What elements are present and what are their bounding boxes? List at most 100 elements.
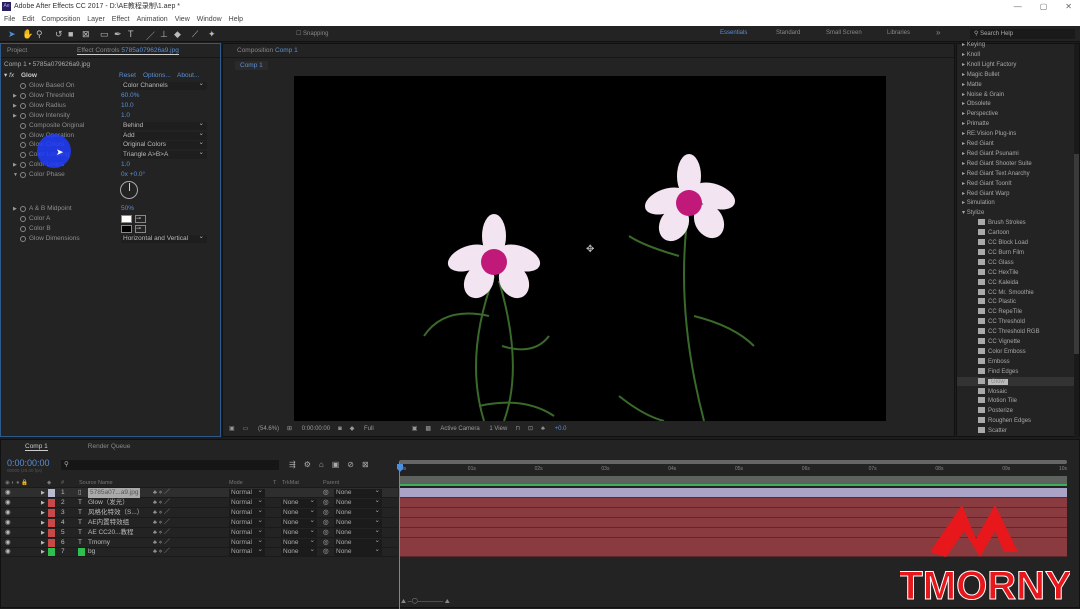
layer-row[interactable]: ◉ ▶ 2 T Glow（发光） ♣ ⋄ ／ Normal None ◎ None xyxy=(1,497,398,508)
camera-tool-icon[interactable]: ■ xyxy=(68,29,73,39)
zoom-tool-icon[interactable]: ⚲ xyxy=(36,29,43,40)
layer-name[interactable]: Glow（发光） xyxy=(88,498,129,508)
hand-tool-icon[interactable]: ✋ xyxy=(22,29,33,40)
pickwhip-icon[interactable]: ◎ xyxy=(323,498,329,508)
layer-row[interactable]: ◉ ▶ 4 T AE内置特效组 ♣ ⋄ ／ Normal None ◎ None xyxy=(1,517,398,528)
effect-category[interactable]: ▸ Primatte xyxy=(957,119,1075,129)
effect-item[interactable]: CC Vignette xyxy=(957,337,1075,347)
expand-arrow-icon[interactable]: ▶ xyxy=(41,547,45,557)
time-ruler[interactable]: 0s 01s 02s 03s 04s 05s 06s 07s 08s 09s 10s xyxy=(399,464,1067,476)
label-color[interactable] xyxy=(48,489,55,497)
label-color[interactable] xyxy=(48,508,55,517)
property-dropdown[interactable]: Behind xyxy=(121,120,207,130)
effect-item[interactable]: Color Emboss xyxy=(957,347,1075,357)
expand-arrow-icon[interactable]: ▶ xyxy=(41,528,45,538)
collapsed-arrow-icon[interactable]: ▶ xyxy=(13,91,17,101)
collapsed-arrow-icon[interactable]: ▶ xyxy=(13,111,17,121)
effect-category[interactable]: ▸ Obsolete xyxy=(957,99,1075,109)
effect-item[interactable]: Glow xyxy=(957,376,1075,387)
effect-item[interactable]: CC Mr. Smoothie xyxy=(957,288,1075,298)
channel-icon[interactable]: ◆ xyxy=(350,426,355,432)
parent-dropdown[interactable]: None xyxy=(334,517,382,527)
menu-animation[interactable]: Animation xyxy=(137,16,168,23)
effect-category[interactable]: ▸ RE:Vision Plug-ins xyxy=(957,129,1075,139)
layer-row[interactable]: ◉ ▶ 6 T Tmorny ♣ ⋄ ／ Normal None ◎ None xyxy=(1,537,398,548)
effect-category[interactable]: ▸ Knoll Light Factory xyxy=(957,60,1075,70)
effect-item[interactable]: CC RepeTile xyxy=(957,307,1075,317)
maximize-icon[interactable]: ▢ xyxy=(1040,2,1048,11)
effect-category[interactable]: ▸ Noise & Grain xyxy=(957,90,1075,100)
pickwhip-icon[interactable]: ◎ xyxy=(323,547,329,557)
eyedropper-icon[interactable]: ⊸ xyxy=(135,214,146,223)
menu-layer[interactable]: Layer xyxy=(87,16,105,23)
effect-category[interactable]: ▸ Red Giant Warp xyxy=(957,189,1075,199)
comp-subtab[interactable]: Comp 1 xyxy=(235,61,268,70)
clone-stamp-icon[interactable]: ⊥ xyxy=(160,29,168,40)
roto-brush-icon[interactable]: ⟋ xyxy=(192,29,198,40)
camera-dropdown[interactable]: Active Camera xyxy=(440,426,479,432)
stopwatch-icon[interactable] xyxy=(20,132,26,139)
work-area-bar[interactable] xyxy=(399,476,1067,484)
layer-switches-icon[interactable]: ♣ ⋄ ／ xyxy=(153,538,170,548)
effect-item[interactable]: Brush Strokes xyxy=(957,218,1075,228)
visibility-eye-icon[interactable]: ◉ xyxy=(5,538,11,548)
pickwhip-icon[interactable]: ◎ xyxy=(323,518,329,528)
visibility-eye-icon[interactable]: ◉ xyxy=(5,518,11,528)
pickwhip-icon[interactable]: ◎ xyxy=(323,508,329,518)
parent-dropdown[interactable]: None xyxy=(334,537,382,547)
stopwatch-icon[interactable] xyxy=(20,206,26,212)
layer-switches-icon[interactable]: ♣ ⋄ ／ xyxy=(153,528,170,538)
property-value[interactable]: 50% xyxy=(121,204,134,214)
parent-dropdown[interactable]: None xyxy=(334,527,382,537)
label-color[interactable] xyxy=(48,518,55,527)
workspace-standard[interactable]: Standard xyxy=(776,30,800,36)
effect-item[interactable]: Emboss xyxy=(957,357,1075,367)
mode-dropdown[interactable]: Normal xyxy=(229,537,265,547)
color-swatch[interactable] xyxy=(121,214,132,223)
workspace-small-screen[interactable]: Small Screen xyxy=(826,30,862,36)
collapsed-arrow-icon[interactable]: ▶ xyxy=(13,160,17,170)
always-preview-icon[interactable]: ▣ xyxy=(229,426,235,432)
fit-icon[interactable]: ⊞ xyxy=(287,426,292,432)
transparency-grid-icon[interactable]: ▩ xyxy=(425,426,431,432)
expanded-arrow-icon[interactable]: ▼ xyxy=(13,170,18,180)
property-dropdown[interactable]: Horizontal and Vertical xyxy=(121,233,207,243)
stopwatch-icon[interactable] xyxy=(20,225,26,232)
type-tool-icon[interactable]: T xyxy=(128,29,134,39)
stopwatch-icon[interactable] xyxy=(20,112,26,119)
effect-item[interactable]: CC Threshold xyxy=(957,317,1075,327)
parent-dropdown[interactable]: None xyxy=(334,507,382,517)
trkmat-dropdown[interactable]: None xyxy=(281,527,317,537)
reset-exposure-icon[interactable]: ⊡ xyxy=(528,426,533,432)
stopwatch-icon[interactable] xyxy=(20,215,26,222)
menu-file[interactable]: File xyxy=(4,16,15,23)
effect-item[interactable]: Scatter xyxy=(957,426,1075,436)
about-link[interactable]: About... xyxy=(177,71,199,81)
visibility-eye-icon[interactable]: ◉ xyxy=(5,498,11,508)
viewer-tab[interactable]: Composition Comp 1 xyxy=(223,44,954,58)
effect-item[interactable]: CC Burn Film xyxy=(957,248,1075,258)
stopwatch-icon[interactable] xyxy=(20,122,26,129)
snapshot-icon[interactable]: ◙ xyxy=(338,426,342,432)
label-color[interactable] xyxy=(48,548,55,557)
menu-composition[interactable]: Composition xyxy=(41,16,80,23)
mode-dropdown[interactable]: Normal xyxy=(229,527,265,537)
effect-category[interactable]: ▸ Matte xyxy=(957,80,1075,90)
stopwatch-icon[interactable] xyxy=(20,102,26,109)
layer-name[interactable]: 5785a07...a9.jpg xyxy=(88,488,141,498)
visibility-eye-icon[interactable]: ◉ xyxy=(5,508,11,518)
layer-name[interactable]: Tmorny xyxy=(88,538,110,548)
pickwhip-icon[interactable]: ◎ xyxy=(323,528,329,538)
stopwatch-icon[interactable] xyxy=(20,162,26,169)
more-workspaces-icon[interactable]: » xyxy=(936,28,940,37)
property-value[interactable]: 10.0 xyxy=(121,101,134,111)
effect-item[interactable]: Motion Tile xyxy=(957,396,1075,406)
effect-category[interactable]: ▸ Red Giant Psunami xyxy=(957,149,1075,159)
layer-switches-icon[interactable]: ♣ ⋄ ／ xyxy=(153,518,170,528)
pickwhip-icon[interactable]: ◎ xyxy=(323,488,329,498)
rotate-tool-icon[interactable]: ↺ xyxy=(55,29,63,40)
fx-toggle-icon[interactable]: ▾ fx xyxy=(4,71,14,81)
zoom-dropdown[interactable]: (54.6%) xyxy=(258,426,279,432)
effect-category[interactable]: ▸ Perspective xyxy=(957,109,1075,119)
mode-dropdown[interactable]: Normal xyxy=(229,507,265,517)
